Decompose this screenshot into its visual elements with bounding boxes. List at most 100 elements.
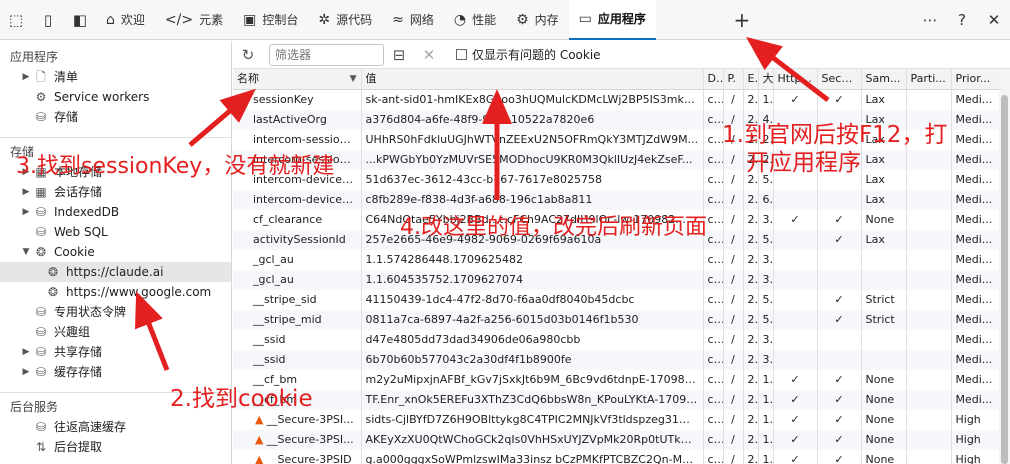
table-cell[interactable] — [773, 330, 818, 350]
table-cell[interactable] — [773, 270, 818, 290]
table-cell[interactable]: 2... — [743, 330, 759, 350]
table-cell[interactable]: 2... — [743, 210, 759, 230]
table-cell[interactable]: sessionKey — [233, 89, 362, 110]
table-cell[interactable]: c8fb289e-f838-4d3f-a688-196c1ab8a811 — [361, 190, 704, 210]
expand-arrow-icon[interactable]: ▶ — [20, 342, 32, 362]
scrollbar-thumb[interactable] — [1001, 95, 1008, 464]
table-cell[interactable]: d47e4805dd73dad34906de06a980cbb — [361, 330, 704, 350]
sidebar-item-cache-storage[interactable]: ▶ ⛁ 缓存存储 — [0, 362, 231, 382]
table-cell[interactable]: Lax — [861, 230, 907, 250]
table-cell[interactable]: / — [723, 350, 744, 370]
table-cell[interactable]: intercom-device-i... — [233, 190, 362, 210]
sidebar-item-cookie-claude[interactable]: ❂ https://claude.ai — [0, 262, 231, 282]
table-cell[interactable]: / — [723, 290, 744, 310]
table-row[interactable]: __ssid d47e4805dd73dad34906de06a980cbb c..… — [233, 330, 999, 350]
delete-selected-icon[interactable]: ✕ — [414, 46, 444, 64]
column-header[interactable]: Http... — [773, 69, 818, 90]
table-cell[interactable]: Medi... — [951, 230, 999, 250]
expand-arrow-icon[interactable]: ▶ — [20, 67, 32, 87]
table-cell[interactable]: UHhRS0hFdkluUGJhWTVnZEExU2N5OFRmQkY3MTJZ… — [361, 130, 704, 150]
table-cell[interactable]: c... — [703, 310, 724, 330]
help-icon[interactable]: ? — [946, 0, 978, 40]
table-row[interactable]: __stripe_sid 41150439-1dc4-47f2-8d70-f6aa… — [233, 290, 999, 310]
table-cell[interactable] — [906, 290, 952, 310]
table-cell[interactable]: Medi... — [951, 250, 999, 270]
table-cell[interactable]: 1.1.604535752.1709627074 — [361, 270, 704, 290]
table-cell[interactable]: ✓ — [817, 390, 862, 410]
collapse-arrow-icon[interactable]: ▼ — [20, 242, 32, 262]
add-tab-icon[interactable]: + — [726, 0, 758, 40]
filter-input[interactable] — [269, 43, 384, 66]
table-cell[interactable]: sidts-CjlBYfD7Z6H9OBlttykg8C4TPIC2MNJkVf… — [361, 410, 704, 430]
column-header[interactable]: P. — [723, 69, 744, 90]
table-cell[interactable]: c... — [703, 390, 724, 410]
table-cell[interactable]: / — [723, 450, 744, 464]
more-options-icon[interactable]: ⋯ — [914, 0, 946, 40]
table-cell[interactable]: / — [723, 270, 744, 290]
table-cell[interactable]: / — [723, 410, 744, 430]
table-cell[interactable]: Lax — [861, 190, 907, 210]
tab-7[interactable]: ▭ 应用程序 — [568, 0, 656, 40]
table-cell[interactable]: 2... — [743, 350, 759, 370]
table-cell[interactable] — [773, 190, 818, 210]
close-icon[interactable]: ✕ — [978, 0, 1010, 40]
table-cell[interactable]: / — [723, 250, 744, 270]
expand-arrow-icon[interactable]: ▶ — [20, 202, 32, 222]
table-cell[interactable]: 51d637ec-3612-43cc-b767-7617e8025758 — [361, 170, 704, 190]
table-row[interactable]: _gcl_au 1.1.604535752.1709627074 c... / 2...… — [233, 270, 999, 290]
table-cell[interactable] — [906, 370, 952, 390]
table-cell[interactable]: c... — [703, 150, 724, 170]
toggle-sidebar-icon[interactable]: ◧ — [64, 0, 96, 40]
table-cell[interactable] — [906, 410, 952, 430]
table-cell[interactable]: ✓ — [817, 430, 862, 450]
table-cell[interactable]: ✓ — [817, 370, 862, 390]
clear-all-icon[interactable]: ⊟ — [384, 46, 414, 64]
table-cell[interactable]: c... — [703, 410, 724, 430]
table-cell[interactable]: c... — [703, 330, 724, 350]
table-cell[interactable]: None — [861, 390, 907, 410]
table-cell[interactable] — [906, 450, 952, 464]
table-cell[interactable]: 41150439-1dc4-47f2-8d70-f6aa0df8040b45dc… — [361, 290, 704, 310]
column-header[interactable]: Prior... — [951, 69, 999, 90]
table-cell[interactable]: ▲ __Secure-3PSID — [233, 450, 362, 464]
tab-5[interactable]: ◔ 性能 — [444, 0, 506, 40]
table-cell[interactable]: Medi... — [951, 210, 999, 230]
expand-arrow-icon[interactable]: ▶ — [20, 362, 32, 382]
table-cell[interactable]: 2... — [743, 230, 759, 250]
table-cell[interactable]: c... — [703, 290, 724, 310]
table-cell[interactable]: 6b70b60b577043c2a30df4f1b8900fe — [361, 350, 704, 370]
table-cell[interactable] — [773, 230, 818, 250]
table-cell[interactable] — [861, 350, 907, 370]
expand-arrow-icon[interactable]: ▶ — [20, 182, 32, 202]
table-cell[interactable]: activitySessionId — [233, 230, 362, 250]
table-cell[interactable]: Medi... — [951, 370, 999, 390]
table-cell[interactable] — [773, 290, 818, 310]
table-cell[interactable]: c... — [703, 110, 724, 130]
table-cell[interactable]: g.a000gggxSoWPmlzswIMa33insz bCzPMKfPTCB… — [361, 450, 704, 464]
table-row[interactable]: ▲ __Secure-3PSID g.a000gggxSoWPmlzswIMa33i… — [233, 450, 999, 464]
tab-6[interactable]: ⚙ 内存 — [506, 0, 569, 40]
table-cell[interactable]: TF.Enr_xnOk5EREFu3XThZ3CdQ6bbsW8n_KPouLY… — [361, 390, 704, 410]
table-cell[interactable]: Medi... — [951, 130, 999, 150]
table-row[interactable]: sessionKey sk-ant-sid01-hmIKEx8Ggoo3hUQMu… — [233, 89, 999, 110]
table-cell[interactable]: Medi... — [951, 190, 999, 210]
table-cell[interactable]: ✓ — [817, 230, 862, 250]
column-header[interactable]: 值 — [361, 69, 704, 90]
table-cell[interactable]: 2... — [743, 270, 759, 290]
table-cell[interactable]: / — [723, 330, 744, 350]
table-cell[interactable] — [817, 250, 862, 270]
table-cell[interactable]: None — [861, 370, 907, 390]
sidebar-item-cookie[interactable]: ▼ ❂ Cookie — [0, 242, 231, 262]
table-cell[interactable]: 5 — [758, 230, 774, 250]
table-cell[interactable]: High — [951, 430, 999, 450]
table-cell[interactable]: 1 — [758, 450, 774, 464]
table-cell[interactable] — [906, 250, 952, 270]
table-cell[interactable]: ✓ — [817, 89, 862, 110]
tab-0[interactable]: ⌂ 欢迎 — [96, 0, 155, 40]
table-cell[interactable]: High — [951, 450, 999, 464]
table-cell[interactable]: _gcl_au — [233, 270, 362, 290]
table-cell[interactable]: intercom-session... — [233, 130, 362, 150]
table-cell[interactable]: 2... — [743, 89, 759, 110]
table-cell[interactable]: 1 — [758, 430, 774, 450]
table-cell[interactable] — [906, 190, 952, 210]
